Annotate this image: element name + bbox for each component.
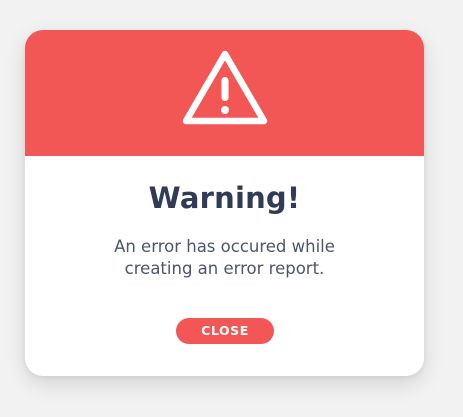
dialog-message: An error has occured while creating an e…: [65, 236, 384, 280]
page-background: Warning! An error has occured while crea…: [0, 0, 463, 417]
close-button[interactable]: CLOSE: [176, 318, 274, 344]
dialog-header: [25, 30, 424, 156]
warning-dialog: Warning! An error has occured while crea…: [25, 30, 424, 376]
dialog-message-line: creating an error report.: [124, 259, 325, 278]
dialog-message-line: An error has occured while: [114, 237, 335, 256]
dialog-title: Warning!: [148, 181, 301, 215]
warning-triangle-icon: [182, 50, 268, 125]
